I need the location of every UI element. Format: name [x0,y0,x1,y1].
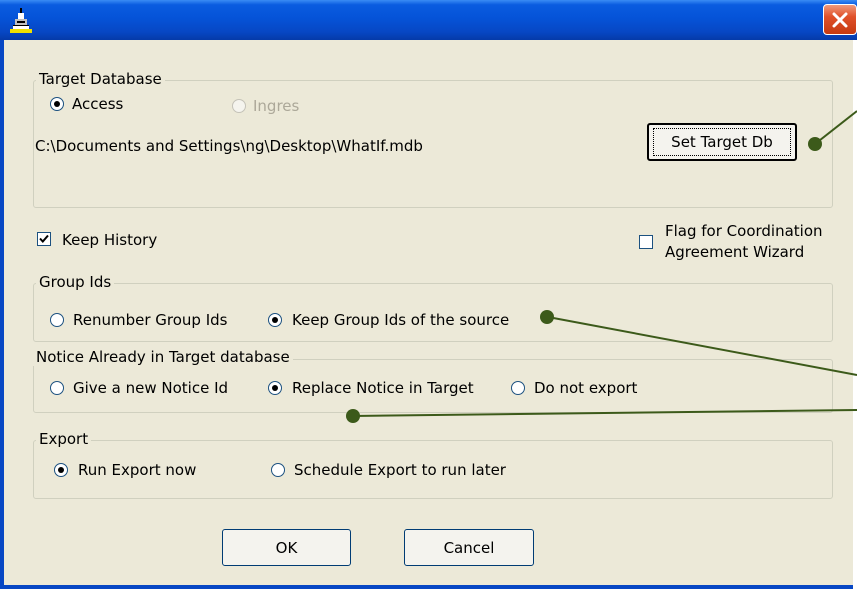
close-button[interactable] [823,4,857,35]
schedule-export-label[interactable]: Schedule Export to run later [294,461,506,479]
title-bar[interactable] [0,0,857,40]
keep-history-label[interactable]: Keep History [62,231,157,249]
renumber-group-ids-label[interactable]: Renumber Group Ids [73,311,227,329]
ok-button[interactable]: OK [222,529,351,566]
target-path: C:\Documents and Settings\ng\Desktop\Wha… [35,137,423,155]
do-not-export-label[interactable]: Do not export [534,379,637,397]
run-export-now-label[interactable]: Run Export now [78,461,196,479]
flag-coordination-label-line1[interactable]: Flag for Coordination [665,222,823,240]
target-database-title: Target Database [36,70,165,88]
set-target-db-button[interactable]: Set Target Db [647,123,797,161]
flag-coordination-label-line2[interactable]: Agreement Wizard [665,243,804,261]
dialog-window: Target Database Access Ingres C:\Documen… [0,0,857,589]
schedule-export-radio[interactable] [271,463,285,477]
keep-group-ids-label[interactable]: Keep Group Ids of the source [292,311,509,329]
run-export-now-radio[interactable] [54,463,68,477]
access-label[interactable]: Access [72,95,123,113]
replace-notice-radio[interactable] [268,381,282,395]
checkmark-icon [39,234,49,243]
notice-title: Notice Already in Target database [33,348,293,366]
replace-notice-label[interactable]: Replace Notice in Target [292,379,474,397]
cancel-label: Cancel [443,538,495,557]
do-not-export-radio[interactable] [511,381,525,395]
ingres-radio[interactable] [232,99,246,113]
keep-history-checkbox[interactable] [37,232,51,246]
close-icon [832,12,848,28]
keep-group-ids-radio[interactable] [268,313,282,327]
cancel-button[interactable]: Cancel [404,529,534,566]
export-title: Export [36,430,92,448]
new-notice-id-label[interactable]: Give a new Notice Id [73,379,228,397]
renumber-group-ids-radio[interactable] [50,313,64,327]
access-radio[interactable] [50,97,64,111]
group-ids-title: Group Ids [36,273,115,291]
app-icon [10,8,32,33]
ok-label: OK [275,538,298,557]
ingres-label: Ingres [253,97,300,115]
new-notice-id-radio[interactable] [50,381,64,395]
flag-coordination-checkbox[interactable] [639,235,653,249]
